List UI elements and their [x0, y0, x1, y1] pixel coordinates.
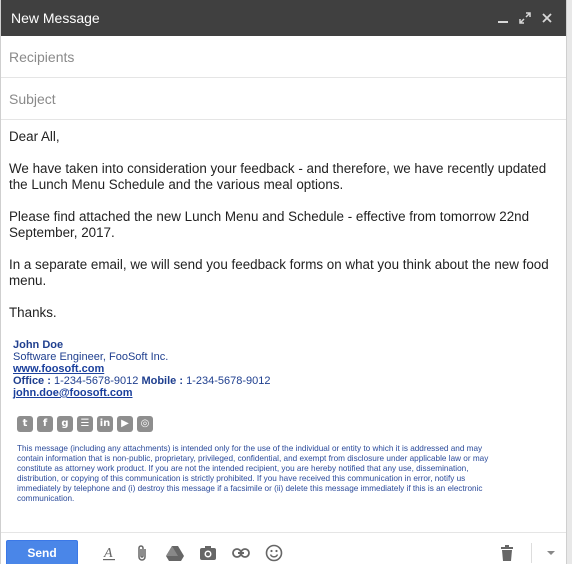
send-button[interactable]: Send: [6, 539, 78, 564]
email-signature: John Doe Software Engineer, FooSoft Inc.…: [9, 339, 558, 504]
svg-text:A: A: [103, 546, 113, 561]
minimize-icon[interactable]: [492, 7, 514, 29]
signature-website-link[interactable]: www.foosoft.com: [13, 363, 104, 375]
compose-window: New Message Dear All, We have taken into…: [0, 0, 567, 564]
subject-row: [1, 78, 566, 120]
drive-icon[interactable]: [158, 537, 191, 564]
linkedin-icon[interactable]: in: [97, 416, 113, 432]
twitter-icon[interactable]: t: [17, 416, 33, 432]
youtube-icon[interactable]: ▶: [117, 416, 133, 432]
mobile-label: Mobile :: [141, 375, 183, 387]
mobile-phone: 1-234-5678-9012: [186, 375, 271, 387]
more-options-icon[interactable]: [540, 537, 562, 564]
compose-titlebar[interactable]: New Message: [1, 0, 566, 36]
message-body[interactable]: Dear All, We have taken into considerati…: [1, 120, 566, 504]
compose-toolbar: Send A: [1, 532, 566, 564]
closing-text: Thanks.: [9, 305, 57, 320]
pop-out-icon[interactable]: [514, 7, 536, 29]
signature-email-link[interactable]: john.doe@foosoft.com: [13, 387, 133, 399]
window-title: New Message: [11, 10, 100, 26]
format-text-icon[interactable]: A: [92, 537, 125, 564]
paragraph-3: In a separate email, we will send you fe…: [9, 257, 549, 288]
facebook-icon[interactable]: f: [37, 416, 53, 432]
social-icons: t f g ☰ in ▶ ◎: [13, 399, 558, 432]
instagram-icon[interactable]: ◎: [137, 416, 153, 432]
legal-disclaimer: This message (including any attachments)…: [17, 444, 489, 503]
paragraph-2: Please find attached the new Lunch Menu …: [9, 209, 530, 240]
signature-phones: Office : 1-234-5678-9012 Mobile : 1-234-…: [13, 375, 558, 387]
photo-icon[interactable]: [191, 537, 224, 564]
recipients-input[interactable]: [9, 48, 558, 65]
subject-input[interactable]: [9, 90, 558, 107]
close-icon[interactable]: [536, 7, 558, 29]
trash-icon[interactable]: [490, 537, 523, 564]
blogger-icon[interactable]: ☰: [77, 416, 93, 432]
office-label: Office :: [13, 375, 51, 387]
office-phone: 1-234-5678-9012: [53, 375, 139, 387]
greeting-text: Dear All,: [9, 129, 60, 144]
link-icon[interactable]: [224, 537, 257, 564]
signature-name: John Doe: [13, 339, 64, 351]
recipients-row: [1, 36, 566, 78]
google-plus-icon[interactable]: g: [57, 416, 73, 432]
attach-icon[interactable]: [125, 537, 158, 564]
paragraph-1: We have taken into consideration your fe…: [9, 161, 547, 192]
emoji-icon[interactable]: [257, 537, 290, 564]
signature-title: Software Engineer, FooSoft Inc.: [13, 351, 169, 363]
